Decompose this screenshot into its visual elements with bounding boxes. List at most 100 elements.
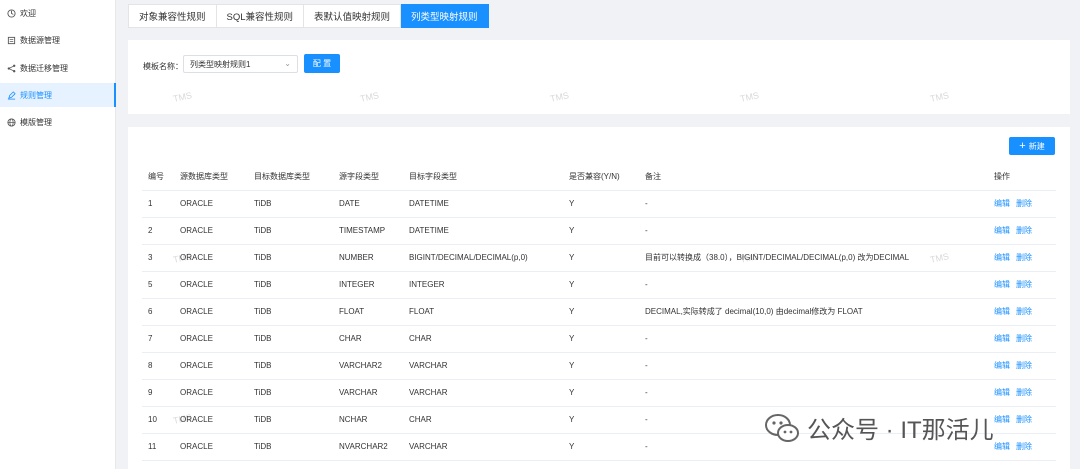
row-actions: 编辑 删除 bbox=[988, 298, 1056, 326]
row-source-type: TIMESTAMP bbox=[333, 217, 403, 245]
edit-link[interactable]: 编辑 bbox=[994, 199, 1010, 208]
delete-link[interactable]: 删除 bbox=[1016, 280, 1032, 289]
home-icon bbox=[6, 8, 16, 18]
delete-link[interactable]: 删除 bbox=[1016, 388, 1032, 397]
watermark: TMS bbox=[172, 90, 193, 104]
sidebar-item-label: 模版管理 bbox=[20, 117, 52, 127]
row-remark: - bbox=[639, 190, 988, 218]
col-header-id: 编号 bbox=[142, 164, 174, 191]
row-id: 1 bbox=[142, 190, 174, 218]
row-target-db: TiDB bbox=[248, 271, 333, 299]
chevron-down-icon: ⌄ bbox=[284, 59, 291, 68]
edit-link[interactable]: 编辑 bbox=[994, 280, 1010, 289]
row-source-type: INTEGER bbox=[333, 271, 403, 299]
delete-link[interactable]: 删除 bbox=[1016, 199, 1032, 208]
row-source-db: ORACLE bbox=[174, 244, 248, 272]
delete-link[interactable]: 删除 bbox=[1016, 226, 1032, 235]
row-source-type: CHAR bbox=[333, 325, 403, 353]
sidebar-item-templates[interactable]: 模版管理 bbox=[0, 110, 116, 134]
row-source-type: NVARCHAR2 bbox=[333, 433, 403, 461]
plus-icon: + bbox=[1019, 139, 1026, 152]
delete-link[interactable]: 删除 bbox=[1016, 253, 1032, 262]
tab-sql-compat[interactable]: SQL兼容性规则 bbox=[216, 4, 305, 28]
row-compatible: Y bbox=[563, 271, 639, 299]
sidebar-item-datasource[interactable]: 数据源管理 bbox=[0, 28, 116, 52]
table-row: 3 ORACLE TiDB NUMBER BIGINT/DECIMAL/DECIMAL(… bbox=[142, 244, 1056, 272]
row-target-db: TiDB bbox=[248, 190, 333, 218]
row-remark: DECIMAL,实际转成了 decimal(10,0) 由decimal修改为 … bbox=[639, 298, 988, 326]
sidebar-item-welcome[interactable]: 欢迎 bbox=[0, 1, 116, 25]
table-row: 8 ORACLE TiDB VARCHAR2 VARCHAR Y - 编辑 删除 bbox=[142, 352, 1056, 380]
row-actions: 编辑 删除 bbox=[988, 433, 1056, 461]
row-source-db: ORACLE bbox=[174, 379, 248, 407]
row-target-type: FLOAT bbox=[403, 298, 563, 326]
row-compatible: Y bbox=[563, 406, 639, 434]
row-id: 9 bbox=[142, 379, 174, 407]
edit-link[interactable]: 编辑 bbox=[994, 334, 1010, 343]
row-source-db: ORACLE bbox=[174, 298, 248, 326]
row-target-db: TiDB bbox=[248, 244, 333, 272]
row-remark: 目前可以转换成（38.0），BIGINT/DECIMAL/DECIMAL(p,0… bbox=[639, 244, 988, 272]
col-header-target-type: 目标字段类型 bbox=[403, 164, 563, 191]
row-actions: 编辑 删除 bbox=[988, 406, 1056, 434]
col-header-actions: 操作 bbox=[988, 164, 1056, 191]
col-header-source-type: 源字段类型 bbox=[333, 164, 403, 191]
template-select-value: 列类型映射规则1 bbox=[190, 59, 251, 69]
row-source-db: ORACLE bbox=[174, 271, 248, 299]
delete-link[interactable]: 删除 bbox=[1016, 442, 1032, 451]
edit-link[interactable]: 编辑 bbox=[994, 307, 1010, 316]
row-target-type: BIGINT/DECIMAL/DECIMAL(p,0) bbox=[403, 244, 563, 272]
row-target-db: TiDB bbox=[248, 406, 333, 434]
tab-column-type-map[interactable]: 列类型映射规则 bbox=[401, 4, 489, 28]
row-remark: - bbox=[639, 379, 988, 407]
row-compatible: Y bbox=[563, 298, 639, 326]
row-compatible: Y bbox=[563, 244, 639, 272]
row-source-db: ORACLE bbox=[174, 433, 248, 461]
migrate-icon bbox=[6, 63, 16, 73]
col-header-target-db: 目标数据库类型 bbox=[248, 164, 333, 191]
row-target-type: VARCHAR bbox=[403, 433, 563, 461]
row-compatible: Y bbox=[563, 352, 639, 380]
delete-link[interactable]: 删除 bbox=[1016, 415, 1032, 424]
table-row: 1 ORACLE TiDB DATE DATETIME Y - 编辑 删除 bbox=[142, 190, 1056, 218]
row-source-type: VARCHAR2 bbox=[333, 352, 403, 380]
row-target-db: TiDB bbox=[248, 379, 333, 407]
sidebar-item-label: 规则管理 bbox=[20, 90, 52, 100]
row-id: 3 bbox=[142, 244, 174, 272]
edit-link[interactable]: 编辑 bbox=[994, 415, 1010, 424]
row-target-type: VARCHAR bbox=[403, 379, 563, 407]
row-actions: 编辑 删除 bbox=[988, 379, 1056, 407]
tab-object-compat[interactable]: 对象兼容性规则 bbox=[128, 4, 217, 28]
template-panel: 模板名称： 列类型映射规则1 ⌄ 配 置 TMS TMS TMS TMS TMS bbox=[128, 40, 1070, 114]
edit-link[interactable]: 编辑 bbox=[994, 388, 1010, 397]
watermark: TMS bbox=[549, 90, 570, 104]
table-row: 5 ORACLE TiDB INTEGER INTEGER Y - 编辑 删除 bbox=[142, 271, 1056, 299]
database-icon bbox=[6, 35, 16, 45]
row-source-db: ORACLE bbox=[174, 190, 248, 218]
edit-link[interactable]: 编辑 bbox=[994, 361, 1010, 370]
sidebar-item-label: 数据迁移管理 bbox=[20, 63, 68, 73]
row-target-type: CHAR bbox=[403, 325, 563, 353]
row-id: 10 bbox=[142, 406, 174, 434]
delete-link[interactable]: 删除 bbox=[1016, 361, 1032, 370]
row-target-type: DATETIME bbox=[403, 190, 563, 218]
tab-default-value-map[interactable]: 表默认值映射规则 bbox=[304, 4, 402, 28]
row-source-db: ORACLE bbox=[174, 217, 248, 245]
sidebar-item-migration[interactable]: 数据迁移管理 bbox=[0, 56, 116, 80]
row-target-type: DATETIME bbox=[403, 217, 563, 245]
row-source-type: FLOAT bbox=[333, 298, 403, 326]
delete-link[interactable]: 删除 bbox=[1016, 307, 1032, 316]
row-target-db: TiDB bbox=[248, 325, 333, 353]
edit-link[interactable]: 编辑 bbox=[994, 442, 1010, 451]
new-button[interactable]: + 新建 bbox=[1009, 137, 1055, 155]
template-select[interactable]: 列类型映射规则1 ⌄ bbox=[183, 55, 298, 73]
template-label: 模板名称： bbox=[143, 62, 183, 71]
row-compatible: Y bbox=[563, 217, 639, 245]
delete-link[interactable]: 删除 bbox=[1016, 334, 1032, 343]
sidebar-item-label: 数据源管理 bbox=[20, 35, 60, 45]
edit-link[interactable]: 编辑 bbox=[994, 226, 1010, 235]
row-target-db: TiDB bbox=[248, 352, 333, 380]
edit-link[interactable]: 编辑 bbox=[994, 253, 1010, 262]
config-button[interactable]: 配 置 bbox=[304, 54, 340, 73]
sidebar-item-rules[interactable]: 规则管理 bbox=[0, 83, 116, 107]
